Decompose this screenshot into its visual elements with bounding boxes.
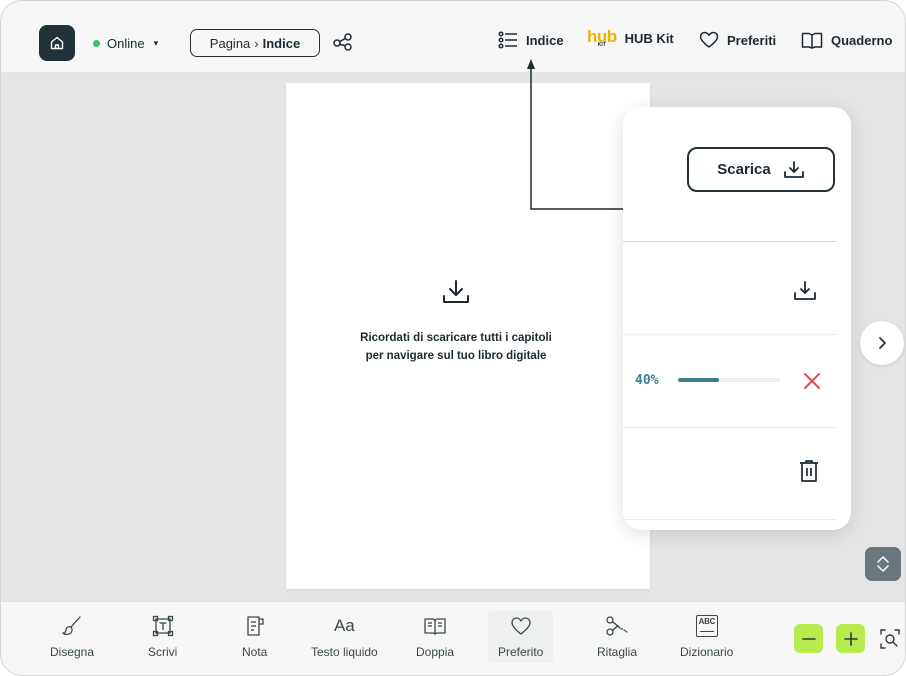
app-window: Online ▾ Pagina › Indice Indice hub KIT … — [0, 0, 906, 676]
trash-icon[interactable] — [798, 459, 820, 483]
share-icon[interactable] — [332, 32, 354, 52]
chevron-right-icon — [879, 337, 886, 349]
scissors-icon — [606, 616, 628, 636]
nav-preferiti[interactable]: Preferiti — [699, 31, 776, 49]
list-icon — [498, 31, 517, 49]
download-chapter-icon[interactable] — [793, 280, 817, 302]
zoom-fit-icon[interactable] — [880, 629, 900, 649]
home-icon — [50, 36, 64, 50]
text-box-icon — [152, 615, 173, 637]
chevron-up-down-icon — [877, 556, 889, 572]
dictionary-icon-line — [699, 630, 714, 632]
notebook-icon — [801, 32, 823, 49]
tool-ritaglia[interactable]: Ritaglia — [597, 615, 637, 659]
divider — [623, 334, 836, 335]
breadcrumb-current: Indice — [262, 35, 301, 51]
tool-preferito-label: Preferito — [498, 645, 544, 659]
hub-logo-subtext: KIT — [597, 42, 606, 48]
home-button[interactable] — [39, 25, 75, 61]
tool-nota[interactable]: Nota — [242, 615, 267, 659]
download-progress-bar — [678, 378, 780, 382]
tool-ritaglia-label: Ritaglia — [597, 645, 638, 659]
note-icon — [247, 616, 264, 636]
zoom-in-button[interactable] — [836, 624, 865, 653]
tool-testo-liquido[interactable]: Aa Testo liquido — [311, 615, 378, 659]
scroll-toggle-button[interactable] — [865, 547, 901, 581]
nav-indice-label: Indice — [526, 32, 564, 48]
download-panel: Scarica 40% — [623, 107, 851, 530]
breadcrumb[interactable]: Pagina › Indice — [190, 29, 320, 57]
nav-indice[interactable]: Indice — [498, 31, 564, 49]
download-all-label: Scarica — [717, 161, 771, 178]
dictionary-icon-text: ABC — [698, 617, 716, 626]
online-dot-icon — [93, 40, 100, 47]
breadcrumb-separator: › — [254, 35, 259, 51]
nav-hub-kit[interactable]: hub KIT HUB Kit — [587, 28, 674, 48]
book-page: Ricordati di scaricare tutti i capitoli … — [286, 83, 650, 589]
download-icon — [783, 160, 804, 178]
tool-testo-liquido-label: Testo liquido — [311, 645, 378, 659]
tool-doppia[interactable]: Doppia — [416, 615, 454, 659]
tool-nota-label: Nota — [242, 645, 268, 659]
font-icon: Aa — [333, 616, 355, 635]
divider — [623, 519, 836, 520]
nav-quaderno[interactable]: Quaderno — [801, 31, 892, 49]
dictionary-icon: ABC — [695, 615, 718, 637]
download-progress-label: 40% — [635, 373, 659, 388]
divider — [623, 241, 836, 242]
nav-preferiti-label: Preferiti — [727, 32, 777, 48]
next-page-button[interactable] — [860, 321, 904, 365]
status-label: Online — [107, 36, 145, 51]
tool-dizionario-label: Dizionario — [680, 645, 734, 659]
top-bar: Online ▾ Pagina › Indice Indice hub KIT … — [1, 1, 905, 73]
download-reminder-line1: Ricordati di scaricare tutti i capitoli — [360, 332, 552, 344]
breadcrumb-prefix: Pagina — [209, 35, 251, 51]
tool-scrivi[interactable]: Scrivi — [148, 615, 177, 659]
nav-quaderno-label: Quaderno — [831, 32, 893, 48]
tool-dizionario[interactable]: ABC Dizionario — [680, 615, 733, 659]
download-reminder-line2: per navigare sul tuo libro digitale — [365, 350, 547, 362]
close-icon[interactable] — [803, 372, 821, 390]
nav-hub-kit-label: HUB Kit — [624, 30, 674, 46]
hub-kit-logo: hub KIT — [587, 28, 617, 48]
connection-status[interactable]: Online ▾ — [93, 36, 158, 51]
double-page-icon — [424, 618, 446, 635]
plus-icon — [843, 631, 858, 646]
tool-disegna-label: Disegna — [50, 645, 95, 659]
tool-scrivi-label: Scrivi — [148, 645, 178, 659]
download-progress-fill — [678, 378, 719, 382]
divider — [623, 427, 836, 428]
chevron-down-icon: ▾ — [153, 38, 159, 48]
tool-disegna[interactable]: Disegna — [50, 615, 94, 659]
download-icon — [443, 280, 469, 303]
download-reminder: Ricordati di scaricare tutti i capitoli … — [286, 329, 626, 365]
heart-icon — [511, 617, 531, 635]
tool-doppia-label: Doppia — [416, 645, 455, 659]
heart-icon — [699, 31, 719, 48]
tool-preferito[interactable]: Preferito — [488, 611, 554, 663]
brush-icon — [62, 616, 81, 636]
zoom-out-button[interactable] — [794, 624, 823, 653]
minus-icon — [801, 637, 816, 640]
download-all-button[interactable]: Scarica — [687, 147, 835, 192]
